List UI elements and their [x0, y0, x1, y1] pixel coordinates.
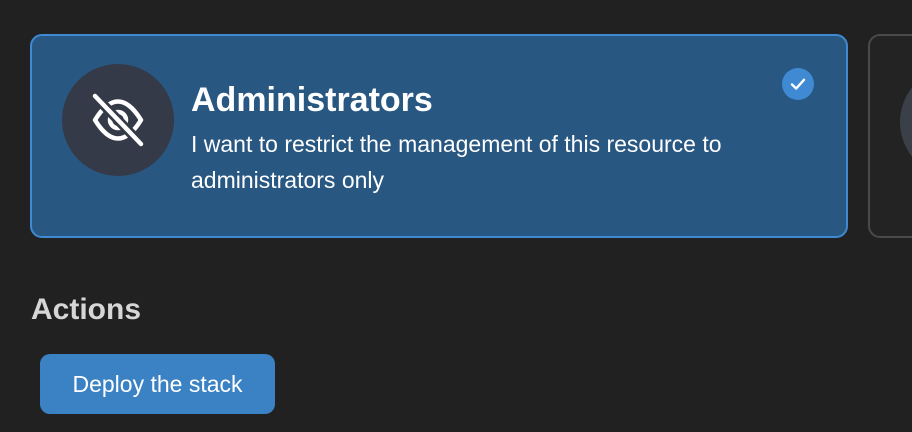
page: Administrators I want to restrict the ma… [0, 0, 912, 432]
option-icon-container-partial [900, 66, 912, 178]
option-description: I want to restrict the management of thi… [191, 131, 722, 193]
eye-slash-icon [90, 91, 146, 149]
option-title: Administrators [191, 81, 433, 119]
deploy-stack-button[interactable]: Deploy the stack [40, 354, 275, 414]
selected-check-icon [782, 68, 814, 100]
actions-heading: Actions [31, 293, 142, 326]
option-icon-container [62, 64, 174, 176]
access-option-administrators[interactable]: Administrators I want to restrict the ma… [30, 34, 848, 238]
access-option-next[interactable] [868, 34, 912, 238]
